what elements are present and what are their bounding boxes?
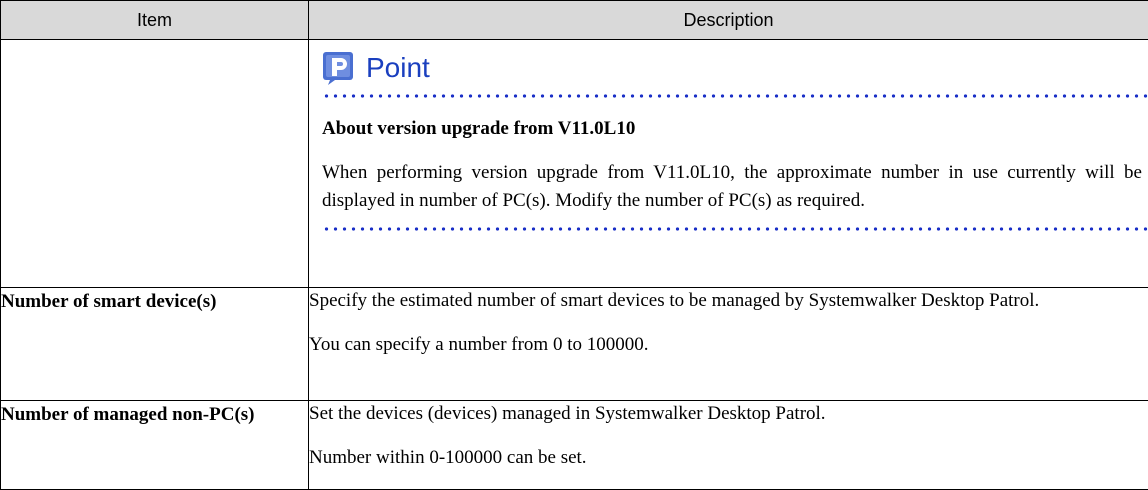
empty-item-cell	[1, 40, 309, 288]
description-text: Specify the estimated number of smart de…	[309, 288, 1148, 314]
table-row: Number of smart device(s) Specify the es…	[1, 288, 1148, 401]
point-body-text: When performing version upgrade from V11…	[322, 159, 1142, 215]
dotted-divider-bottom	[322, 227, 1148, 231]
dotted-divider-top	[322, 94, 1148, 98]
settings-table: Item Description Point	[0, 0, 1148, 490]
description-text: Set the devices (devices) managed in Sys…	[309, 401, 1148, 427]
point-title: Point	[366, 51, 430, 85]
description-text: Number within 0-100000 can be set.	[309, 445, 1148, 471]
table-header-row: Item Description	[1, 1, 1148, 40]
header-description: Description	[309, 1, 1148, 40]
description-text: You can specify a number from 0 to 10000…	[309, 332, 1148, 358]
point-heading: Point	[322, 50, 1148, 86]
point-p-icon	[322, 51, 356, 85]
description-cell: Set the devices (devices) managed in Sys…	[309, 401, 1148, 490]
point-row: Point About version upgrade from V11.0L1…	[1, 40, 1148, 288]
item-label: Number of smart device(s)	[1, 288, 309, 401]
description-cell: Specify the estimated number of smart de…	[309, 288, 1148, 401]
point-subheading: About version upgrade from V11.0L10	[322, 117, 1148, 141]
point-box: Point About version upgrade from V11.0L1…	[309, 40, 1148, 231]
table-row: Number of managed non-PC(s) Set the devi…	[1, 401, 1148, 490]
item-label: Number of managed non-PC(s)	[1, 401, 309, 490]
header-item: Item	[1, 1, 309, 40]
point-cell: Point About version upgrade from V11.0L1…	[309, 40, 1148, 288]
